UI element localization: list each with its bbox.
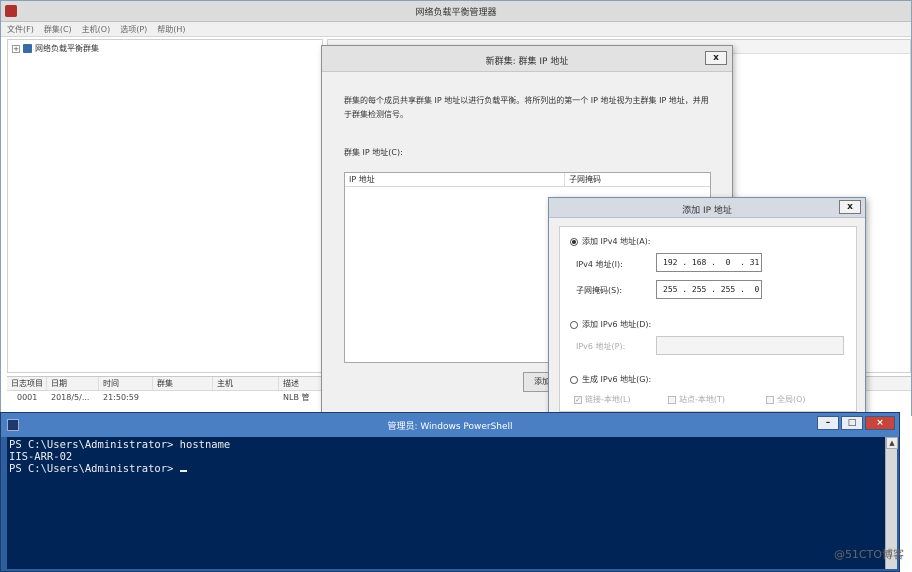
- add-ip-dialog: 添加 IP 地址 x 添加 IPv4 地址(A): IPv4 地址(I): 19…: [548, 197, 866, 416]
- console-line: PS C:\Users\Administrator>: [9, 463, 883, 475]
- nlb-menubar: 文件(F) 群集(C) 主机(O) 选项(P) 帮助(H): [1, 22, 911, 37]
- tree-node-nlb-clusters[interactable]: + 网络负载平衡群集: [12, 43, 99, 54]
- minimize-button[interactable]: –: [817, 416, 839, 430]
- checkbox-site-local[interactable]: 站点-本地(T): [668, 394, 725, 405]
- checkbox-global-label: 全局(O): [777, 395, 806, 404]
- cluster-ip-list-header: IP 地址 子网掩码: [345, 173, 710, 187]
- cluster-ip-dialog-titlebar[interactable]: 新群集: 群集 IP 地址 x: [322, 46, 732, 72]
- log-col-time[interactable]: 时间: [99, 377, 153, 390]
- tree-expand-icon[interactable]: +: [12, 44, 20, 53]
- radio-add-ipv4[interactable]: 添加 IPv4 地址(A):: [570, 236, 651, 247]
- checkbox-link-local-label: 链接-本地(L): [585, 395, 631, 404]
- close-button[interactable]: ×: [865, 416, 895, 430]
- log-cell-entry: 0001: [17, 393, 38, 402]
- menu-cluster[interactable]: 群集(C): [44, 24, 72, 35]
- cluster-ip-list-label: 群集 IP 地址(C):: [344, 148, 403, 157]
- menu-file[interactable]: 文件(F): [7, 24, 34, 35]
- ipv4-address-label: IPv4 地址(I):: [576, 260, 623, 269]
- tree-node-label: 网络负载平衡群集: [35, 44, 99, 53]
- checkbox-site-local-label: 站点-本地(T): [679, 395, 726, 404]
- cluster-ip-description: 群集的每个成员共享群集 IP 地址以进行负载平衡。将所列出的第一个 IP 地址视…: [344, 96, 709, 119]
- powershell-console[interactable]: PS C:\Users\Administrator> hostname IIS-…: [7, 437, 885, 569]
- watermark: @51CTO博客: [833, 548, 904, 561]
- ipv4-address-input[interactable]: 192 . 168 . 0 . 31: [656, 253, 762, 272]
- log-cell-time: 21:50:59: [103, 393, 139, 402]
- col-ip-address[interactable]: IP 地址: [345, 173, 565, 186]
- cluster-dialog-close-button[interactable]: x: [705, 51, 727, 65]
- checkbox-unchecked-icon[interactable]: [766, 395, 774, 404]
- ipv6-address-input[interactable]: [656, 336, 844, 355]
- log-col-cluster[interactable]: 群集: [153, 377, 213, 390]
- add-ip-dialog-close-button[interactable]: x: [839, 200, 861, 214]
- radio-generate-ipv6-label: 生成 IPv6 地址(G):: [582, 375, 652, 384]
- checkbox-unchecked-icon[interactable]: [668, 395, 676, 404]
- add-ip-dialog-title: 添加 IP 地址: [682, 206, 732, 216]
- console-line: PS C:\Users\Administrator> hostname: [9, 439, 231, 451]
- radio-add-ipv4-label: 添加 IPv4 地址(A):: [582, 237, 651, 246]
- add-ip-dialog-titlebar[interactable]: 添加 IP 地址 x: [549, 198, 865, 218]
- text-cursor-icon: [179, 470, 187, 472]
- subnet-mask-input[interactable]: 255 . 255 . 255 . 0: [656, 280, 762, 299]
- checkbox-link-local[interactable]: ✓ 链接-本地(L): [574, 394, 631, 405]
- log-col-entry[interactable]: 日志项目: [7, 377, 47, 390]
- scroll-up-arrow-icon[interactable]: ▲: [886, 437, 898, 449]
- radio-unchecked-icon[interactable]: [570, 375, 578, 384]
- log-cell-date: 2018/5/...: [51, 393, 90, 402]
- radio-add-ipv6[interactable]: 添加 IPv6 地址(D):: [570, 319, 651, 330]
- add-ip-dialog-body: 添加 IPv4 地址(A): IPv4 地址(I): 192 . 168 . 0…: [559, 226, 857, 412]
- checkbox-checked-icon[interactable]: ✓: [574, 395, 582, 404]
- cluster-tree-pane: + 网络负载平衡群集: [7, 39, 323, 373]
- col-subnet-mask[interactable]: 子网掩码: [565, 173, 710, 186]
- log-cell-host: [213, 391, 279, 405]
- powershell-title: 管理员: Windows PowerShell: [387, 422, 513, 432]
- menu-options[interactable]: 选项(P): [120, 24, 147, 35]
- log-col-date[interactable]: 日期: [47, 377, 99, 390]
- maximize-button[interactable]: □: [841, 416, 863, 430]
- cluster-ip-dialog-title: 新群集: 群集 IP 地址: [485, 57, 569, 67]
- radio-add-ipv6-label: 添加 IPv6 地址(D):: [582, 320, 652, 329]
- cluster-icon: [23, 44, 32, 53]
- console-line: IIS-ARR-02: [9, 451, 73, 463]
- powershell-window: 管理员: Windows PowerShell – □ × PS C:\User…: [0, 412, 900, 572]
- nlb-titlebar: 网络负载平衡管理器: [1, 1, 911, 22]
- checkbox-global[interactable]: 全局(O): [766, 394, 806, 405]
- nlb-window-title: 网络负载平衡管理器: [415, 8, 497, 18]
- log-col-host[interactable]: 主机: [213, 377, 279, 390]
- log-cell-cluster: [153, 391, 213, 405]
- console-prompt: PS C:\Users\Administrator>: [9, 463, 180, 475]
- ipv6-address-label: IPv6 地址(P):: [576, 342, 626, 351]
- menu-help[interactable]: 帮助(H): [157, 24, 185, 35]
- radio-generate-ipv6[interactable]: 生成 IPv6 地址(G):: [570, 374, 651, 385]
- subnet-mask-label: 子网掩码(S):: [576, 286, 623, 295]
- menu-host[interactable]: 主机(O): [82, 24, 111, 35]
- powershell-titlebar[interactable]: 管理员: Windows PowerShell – □ ×: [1, 413, 899, 437]
- radio-checked-icon[interactable]: [570, 237, 578, 246]
- radio-unchecked-icon[interactable]: [570, 320, 578, 329]
